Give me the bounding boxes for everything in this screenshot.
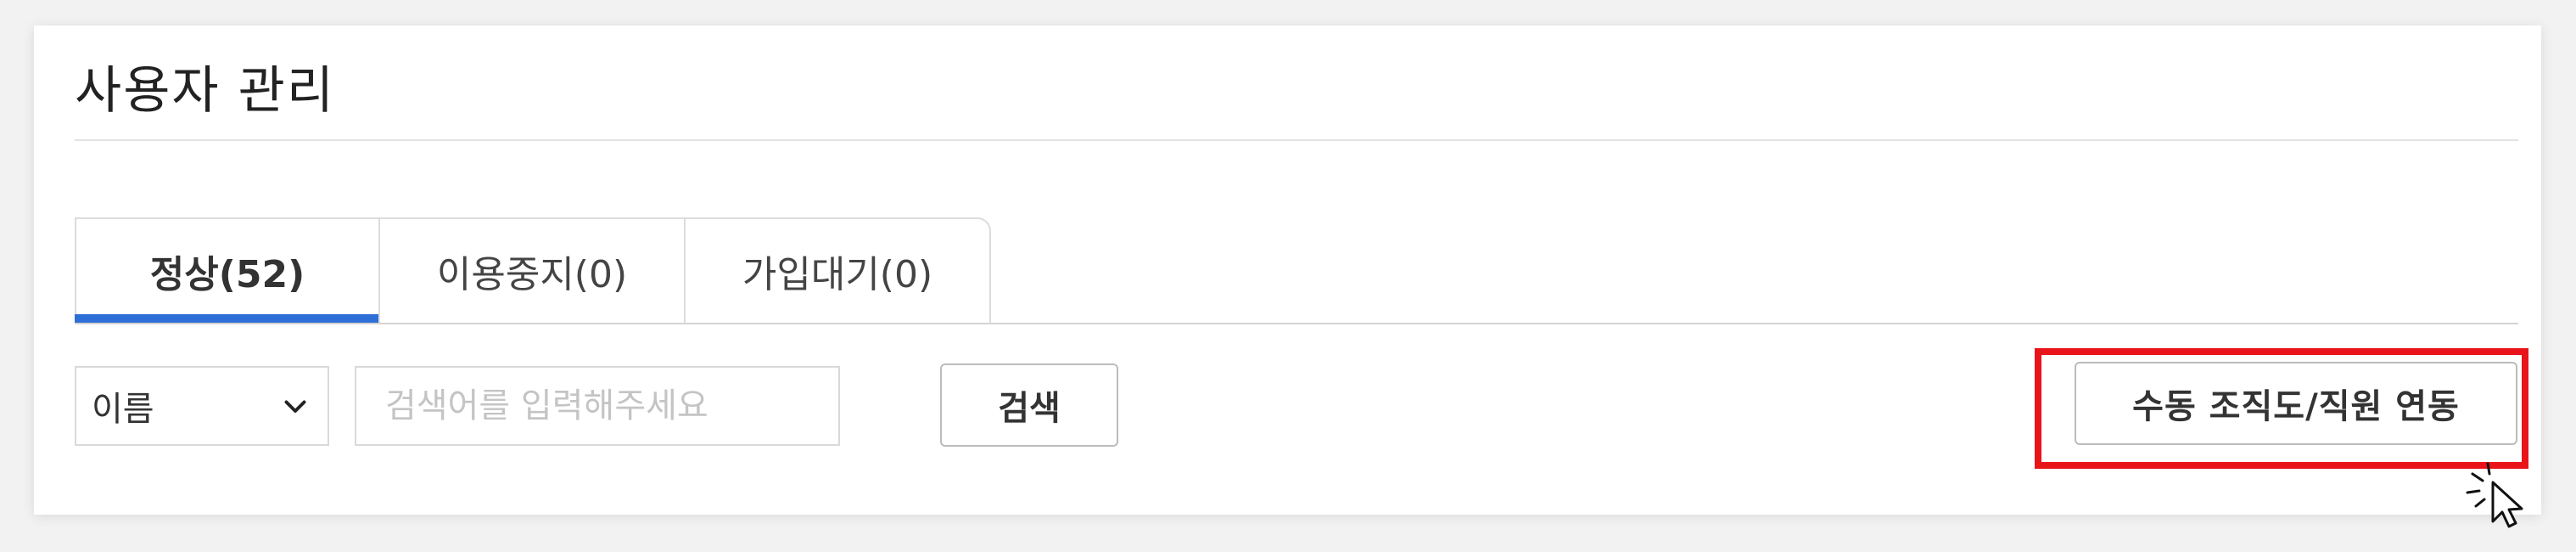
tab-pending[interactable]: 가입대기(0): [686, 217, 991, 323]
active-tab-indicator: [75, 314, 378, 323]
search-button[interactable]: 검색: [940, 363, 1118, 447]
click-cursor-icon: [2466, 462, 2523, 528]
user-management-panel: 사용자 관리 정상(52) 이용중지(0) 가입대기(0) 이름 검색 수동 조…: [34, 25, 2541, 528]
tab-suspended-label: 이용중지(0): [436, 253, 628, 296]
tab-normal-label: 정상(52): [149, 253, 305, 296]
chevron-down-icon: [284, 400, 306, 413]
search-field-select[interactable]: 이름: [75, 366, 329, 446]
status-tabs: 정상(52) 이용중지(0) 가입대기(0): [75, 217, 991, 323]
title-divider: [75, 139, 2518, 141]
tab-suspended[interactable]: 이용중지(0): [380, 217, 686, 323]
tab-normal[interactable]: 정상(52): [75, 217, 380, 323]
tab-pending-label: 가입대기(0): [742, 253, 933, 296]
tabs-divider: [75, 323, 2518, 324]
search-field-select-value: 이름: [92, 390, 154, 429]
search-input[interactable]: [355, 366, 840, 446]
manual-org-sync-button[interactable]: 수동 조직도/직원 연동: [2075, 362, 2517, 445]
page-title: 사용자 관리: [75, 61, 336, 121]
